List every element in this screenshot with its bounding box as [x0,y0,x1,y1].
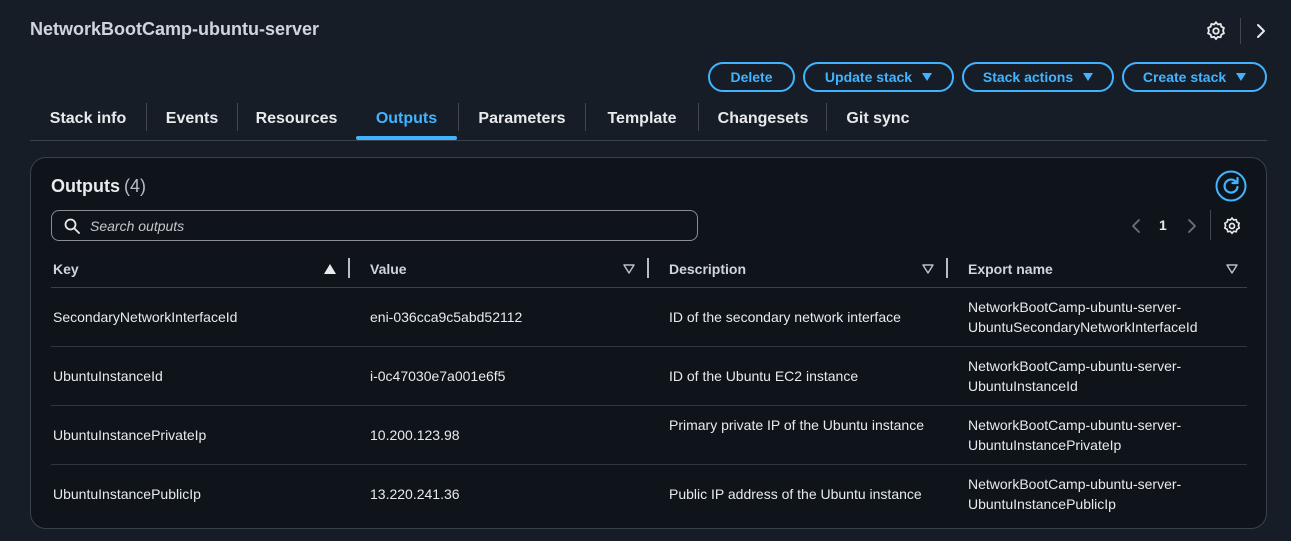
export-name-line: UbuntuSecondaryNetworkInterfaceId [968,319,1198,335]
pagination-divider [1210,210,1211,240]
update-stack-label: Update stack [824,69,913,85]
search-icon [64,218,80,234]
create-stack-button[interactable]: Create stack [1122,62,1267,92]
tab-stack-info[interactable]: Stack info [38,100,138,138]
table-row: UbuntuInstanceId i-0c47030e7a001e6f5 ID … [51,347,1247,406]
output-value: 10.200.123.98 [370,427,460,443]
output-description: ID of the Ubuntu EC2 instance [669,368,859,384]
tab-divider [458,103,459,131]
column-header-export-name[interactable]: Export name [968,261,1053,277]
column-resizer[interactable] [348,258,350,278]
tab-changesets[interactable]: Changesets [710,100,816,138]
outputs-panel: Outputs(4) 1 Key Value Description Expor… [30,157,1267,529]
column-header-description[interactable]: Description [669,261,746,277]
table-row: UbuntuInstancePublicIp 13.220.241.36 Pub… [51,465,1247,524]
delete-button[interactable]: Delete [708,62,795,92]
tab-outputs[interactable]: Outputs [356,100,457,140]
tab-git-sync[interactable]: Git sync [838,100,918,138]
create-stack-label: Create stack [1142,69,1227,85]
update-stack-button[interactable]: Update stack [803,62,954,92]
tab-divider [826,103,827,131]
output-description: ID of the secondary network interface [669,309,901,325]
tab-divider [585,103,586,131]
table-row: SecondaryNetworkInterfaceId eni-036cca9c… [51,288,1247,347]
page-number[interactable]: 1 [1159,217,1167,233]
output-value: eni-036cca9c5abd52112 [370,309,523,325]
header-divider [1240,18,1241,44]
sort-caret-icon[interactable] [623,264,635,274]
export-name-line: NetworkBootCamp-ubuntu-server- [968,299,1182,315]
column-resizer[interactable] [647,258,649,278]
tab-parameters[interactable]: Parameters [470,100,574,138]
sort-caret-icon[interactable] [1226,264,1238,274]
output-key: UbuntuInstanceId [53,368,163,384]
export-name-line: UbuntuInstancePublicIp [968,496,1116,512]
export-name-line: UbuntuInstancePrivateIp [968,437,1122,453]
sort-ascending-icon[interactable] [324,264,336,274]
output-export-name: NetworkBootCamp-ubuntu-server- UbuntuIns… [968,474,1238,514]
refresh-icon[interactable] [1215,170,1247,202]
delete-button-label: Delete [730,69,773,85]
tab-template[interactable]: Template [597,100,687,138]
chevron-right-icon[interactable] [1184,217,1200,235]
tab-divider [698,103,699,131]
output-value: 13.220.241.36 [370,486,460,502]
panel-title-text: Outputs [51,176,120,196]
outputs-count: (4) [124,176,146,196]
output-export-name: NetworkBootCamp-ubuntu-server- UbuntuIns… [968,415,1238,455]
tab-events[interactable]: Events [158,100,226,138]
table-row: UbuntuInstancePrivateIp 10.200.123.98 Pr… [51,406,1247,465]
output-description: Public IP address of the Ubuntu instance [669,486,922,502]
output-export-name: NetworkBootCamp-ubuntu-server- UbuntuSec… [968,297,1238,337]
export-name-line: NetworkBootCamp-ubuntu-server- [968,417,1182,433]
chevron-right-icon[interactable] [1252,20,1270,42]
sort-caret-icon[interactable] [922,264,934,274]
column-resizer[interactable] [946,258,948,278]
search-field[interactable] [51,210,698,241]
panel-title: Outputs (4) [51,176,146,197]
caret-down-icon [1236,73,1247,81]
tab-divider [237,103,238,131]
output-value: i-0c47030e7a001e6f5 [370,368,506,384]
column-header-key[interactable]: Key [53,261,79,277]
gear-icon[interactable] [1205,20,1227,42]
page-title: NetworkBootCamp-ubuntu-server [30,19,320,39]
output-key: SecondaryNetworkInterfaceId [53,309,238,325]
column-header-value[interactable]: Value [370,261,407,277]
chevron-left-icon[interactable] [1128,217,1144,235]
tab-resources[interactable]: Resources [250,100,343,138]
stack-actions-button[interactable]: Stack actions [962,62,1114,92]
caret-down-icon [1083,73,1094,81]
export-name-line: NetworkBootCamp-ubuntu-server- [968,358,1182,374]
output-export-name: NetworkBootCamp-ubuntu-server- UbuntuIns… [968,356,1238,396]
output-key: UbuntuInstancePublicIp [53,486,201,502]
stack-actions-label: Stack actions [982,69,1074,85]
output-description: Primary private IP of the Ubuntu instanc… [669,417,924,433]
caret-down-icon [922,73,933,81]
export-name-line: NetworkBootCamp-ubuntu-server- [968,476,1182,492]
gear-icon[interactable] [1222,216,1242,236]
tab-divider [146,103,147,131]
output-key: UbuntuInstancePrivateIp [53,427,207,443]
tab-bar: Stack info Events Resources Outputs Para… [30,100,1267,141]
search-input[interactable] [88,216,672,235]
export-name-line: UbuntuInstanceId [968,378,1078,394]
